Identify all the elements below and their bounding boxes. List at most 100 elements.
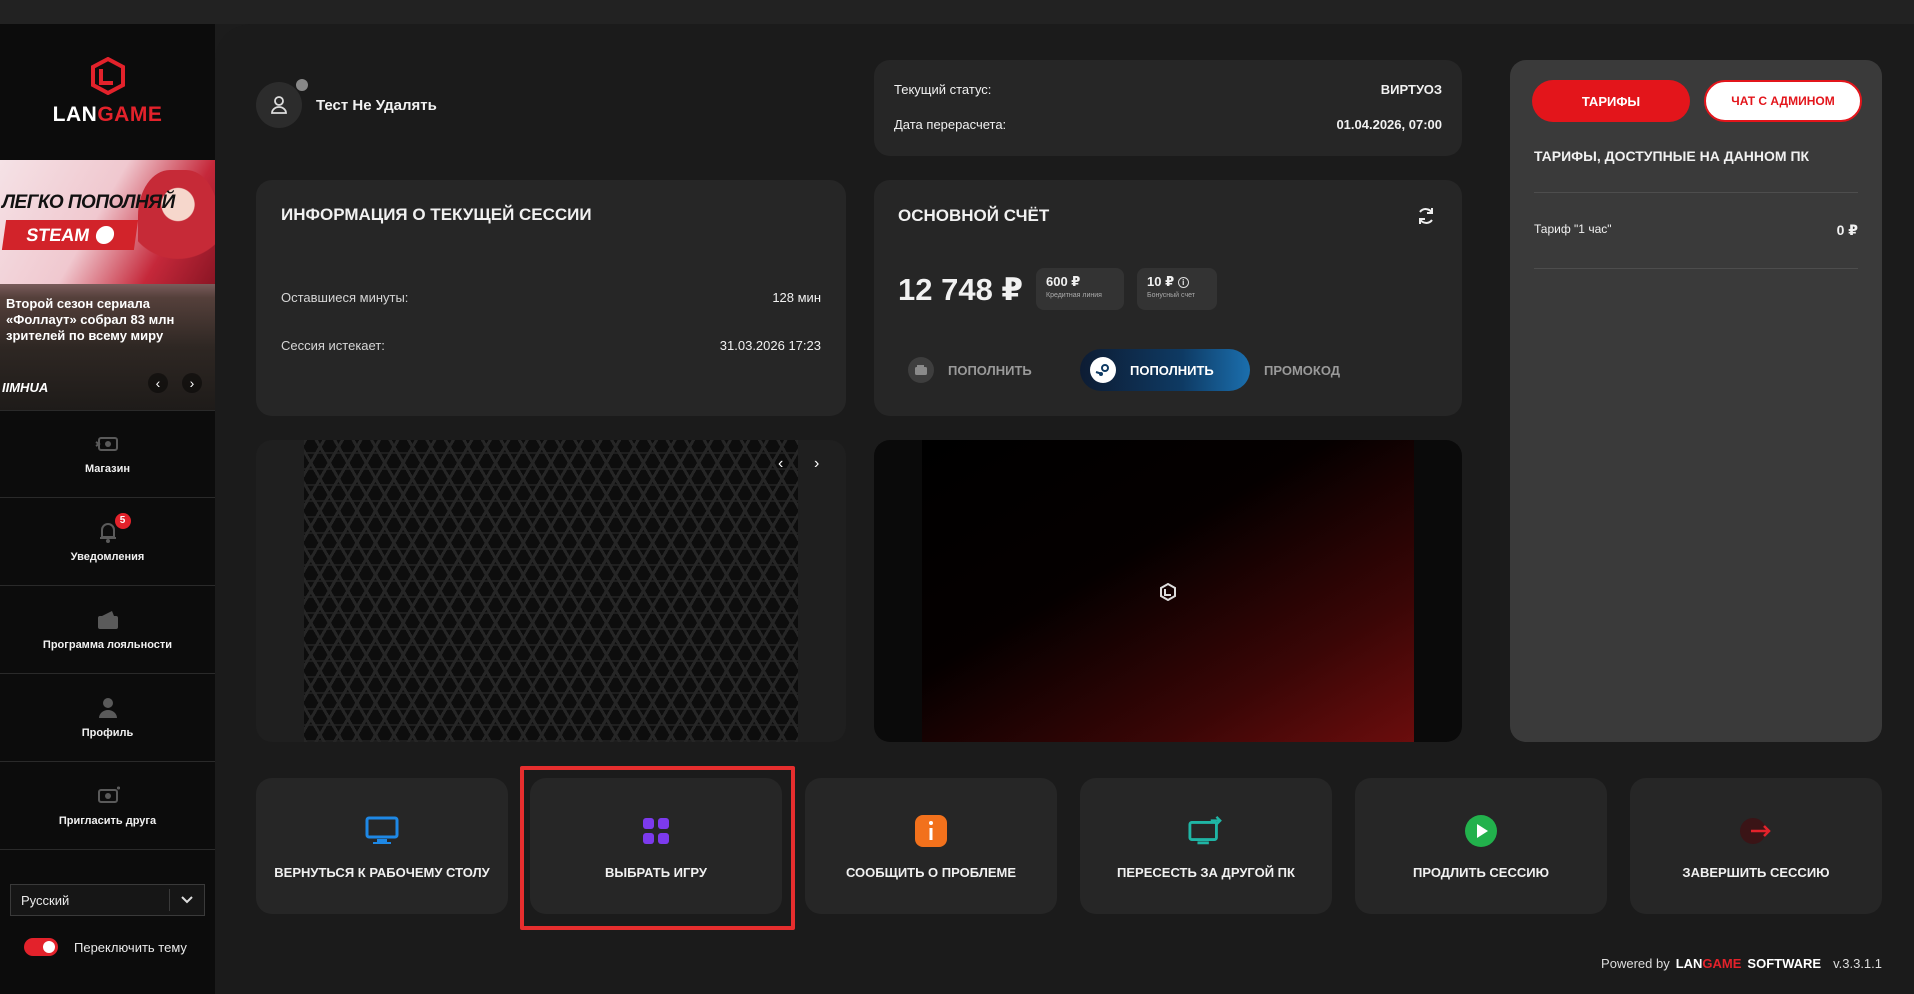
tariffs-title: ТАРИФЫ, ДОСТУПНЫЕ НА ДАННОМ ПК xyxy=(1534,148,1810,164)
bonus-label: Бонусный счет xyxy=(1147,292,1195,299)
action-return-desktop[interactable]: ВЕРНУТЬСЯ К РАБОЧЕМУ СТОЛУ xyxy=(256,778,508,914)
carousel-image xyxy=(304,440,798,742)
expires-row: Сессия истекает: 31.03.2026 17:23 xyxy=(281,338,821,353)
action-end-session[interactable]: ЗАВЕРШИТЬ СЕССИЮ xyxy=(1630,778,1882,914)
monitor-icon xyxy=(364,813,400,849)
action-extend-session[interactable]: ПРОДЛИТЬ СЕССИЮ xyxy=(1355,778,1607,914)
bonus-amount-row: 10 ₽ i xyxy=(1147,274,1207,290)
promocode-button[interactable]: ПРОМОКОД xyxy=(1264,363,1340,378)
media-carousel-left xyxy=(256,440,846,742)
selection-highlight xyxy=(520,766,795,930)
action-label: ПЕРЕСЕСТЬ ЗА ДРУГОЙ ПК xyxy=(1117,864,1295,880)
divider xyxy=(1534,268,1858,269)
steam-topup-button[interactable]: ПОПОЛНИТЬ xyxy=(1080,349,1250,391)
sidebar-item-notifications[interactable]: 5 Уведомления xyxy=(0,498,215,586)
footer-software: SOFTWARE xyxy=(1747,956,1822,971)
info-icon xyxy=(913,813,949,849)
footer-brand: LANGAME xyxy=(1675,956,1742,971)
sidebar-nav: Магазин 5 Уведомления Программа лояльнос… xyxy=(0,410,215,994)
carousel-next-button[interactable]: › xyxy=(814,455,819,473)
bonus-chip: 10 ₽ i Бонусный счет xyxy=(1137,268,1217,310)
action-label: ПРОДЛИТЬ СЕССИЮ xyxy=(1413,864,1549,880)
powered-by: Powered by xyxy=(1601,956,1670,971)
promo-prev-button[interactable]: ‹ xyxy=(148,373,168,393)
sidebar-item-label: Программа лояльности xyxy=(42,638,173,651)
footer-credits: Powered by LANGAME SOFTWARE v.3.3.1.1 xyxy=(1601,956,1882,971)
topup-button[interactable]: ПОПОЛНИТЬ xyxy=(898,349,1058,391)
sidebar: LANGAME ЛЕГКО ПОПОЛНЯЙ STEAM Второй сезо… xyxy=(0,24,215,994)
language-select[interactable]: Русский xyxy=(10,884,205,916)
bonus-amount: 10 ₽ xyxy=(1147,274,1175,289)
session-card: ИНФОРМАЦИЯ О ТЕКУЩЕЙ СЕССИИ Оставшиеся м… xyxy=(256,180,846,416)
promo-banner[interactable]: ЛЕГКО ПОПОЛНЯЙ STEAM Второй сезон сериал… xyxy=(0,160,215,410)
status-row: Текущий статус: ВИРТУОЗ xyxy=(874,82,1462,97)
action-switch-pc[interactable]: ПЕРЕСЕСТЬ ЗА ДРУГОЙ ПК xyxy=(1080,778,1332,914)
action-label: СООБЩИТЬ О ПРОБЛЕМЕ xyxy=(845,864,1017,880)
theme-toggle[interactable] xyxy=(24,938,58,956)
avatar[interactable] xyxy=(256,79,308,128)
account-title: ОСНОВНОЙ СЧЁТ xyxy=(898,206,1050,225)
chevron-down-icon xyxy=(170,896,204,904)
wallet-icon xyxy=(908,357,934,383)
bell-icon: 5 xyxy=(95,512,131,543)
sidebar-item-shop[interactable]: Магазин xyxy=(0,410,215,498)
play-icon xyxy=(1463,813,1499,849)
action-report-problem[interactable]: СООБЩИТЬ О ПРОБЛЕМЕ xyxy=(805,778,1057,914)
sidebar-item-label: Профиль xyxy=(81,726,134,739)
wallet-icon xyxy=(95,609,121,631)
sidebar-item-label: Уведомления xyxy=(70,550,145,563)
logo-mark-icon xyxy=(90,57,125,95)
invite-icon xyxy=(95,785,121,807)
divider xyxy=(1534,192,1858,193)
shop-icon xyxy=(94,433,121,455)
steam-logo-icon xyxy=(94,226,115,244)
user-icon xyxy=(271,96,287,114)
settings-gear-icon[interactable] xyxy=(296,79,308,91)
status-card: Текущий статус: ВИРТУОЗ Дата перерасчета… xyxy=(874,60,1462,156)
promo-brand: IIMHUA xyxy=(2,380,49,395)
recalc-row: Дата перерасчета: 01.04.2026, 07:00 xyxy=(874,117,1462,132)
promo-steam-label: STEAM xyxy=(1,220,139,250)
steam-topup-label: ПОПОЛНИТЬ xyxy=(1130,362,1214,378)
langame-logo[interactable]: LANGAME xyxy=(0,24,215,160)
media-banner-right xyxy=(874,440,1462,742)
info-icon[interactable]: i xyxy=(1177,277,1189,289)
steam-icon xyxy=(1090,357,1116,383)
minutes-label: Оставшиеся минуты: xyxy=(281,290,409,305)
logo-text: LANGAME xyxy=(52,103,163,126)
sidebar-item-profile[interactable]: Профиль xyxy=(0,674,215,762)
status-value: ВИРТУОЗ xyxy=(1380,82,1442,97)
action-label: ЗАВЕРШИТЬ СЕССИЮ xyxy=(1682,864,1830,880)
chat-admin-button[interactable]: ЧАТ С АДМИНОМ xyxy=(1704,80,1862,122)
sidebar-item-invite[interactable]: Пригласить друга xyxy=(0,762,215,850)
credit-label: Кредитная линия xyxy=(1046,292,1102,299)
sidebar-item-label: Магазин xyxy=(84,463,131,475)
theme-toggle-label: Переключить тему xyxy=(74,939,187,955)
tariff-row[interactable]: Тариф "1 час" 0 ₽ xyxy=(1534,222,1858,239)
minutes-value: 128 мин xyxy=(772,290,821,305)
session-title: ИНФОРМАЦИЯ О ТЕКУЩЕЙ СЕССИИ xyxy=(281,205,592,224)
tariff-name: Тариф "1 час" xyxy=(1534,222,1612,236)
user-icon xyxy=(95,697,121,719)
tariff-price: 0 ₽ xyxy=(1836,222,1858,238)
expires-value: 31.03.2026 17:23 xyxy=(719,338,821,353)
switch-pc-icon xyxy=(1188,813,1224,849)
tariffs-button[interactable]: ТАРИФЫ xyxy=(1532,80,1690,122)
sidebar-item-loyalty[interactable]: Программа лояльности xyxy=(0,586,215,674)
topup-label: ПОПОЛНИТЬ xyxy=(948,362,1032,378)
notification-count-badge: 5 xyxy=(114,512,131,529)
promo-next-button[interactable]: › xyxy=(182,373,202,393)
user-header: Тест Не Удалять xyxy=(256,79,437,128)
account-card: ОСНОВНОЙ СЧЁТ 12 748 ₽ 600 ₽ Кредитная л… xyxy=(874,180,1462,416)
logo-mark-icon xyxy=(1160,583,1176,601)
account-balance: 12 748 ₽ xyxy=(898,272,1023,307)
action-label: ВЕРНУТЬСЯ К РАБОЧЕМУ СТОЛУ xyxy=(274,864,490,880)
credit-line-chip: 600 ₽ Кредитная линия xyxy=(1036,268,1124,310)
recalc-label: Дата перерасчета: xyxy=(894,117,1007,132)
refresh-icon[interactable] xyxy=(1416,206,1436,231)
carousel-prev-button[interactable]: ‹ xyxy=(778,455,783,473)
recalc-value: 01.04.2026, 07:00 xyxy=(1336,117,1442,132)
promo-character-image xyxy=(138,170,215,285)
exit-icon xyxy=(1738,813,1774,849)
tariffs-panel: ТАРИФЫ ЧАТ С АДМИНОМ ТАРИФЫ, ДОСТУПНЫЕ Н… xyxy=(1510,60,1882,742)
